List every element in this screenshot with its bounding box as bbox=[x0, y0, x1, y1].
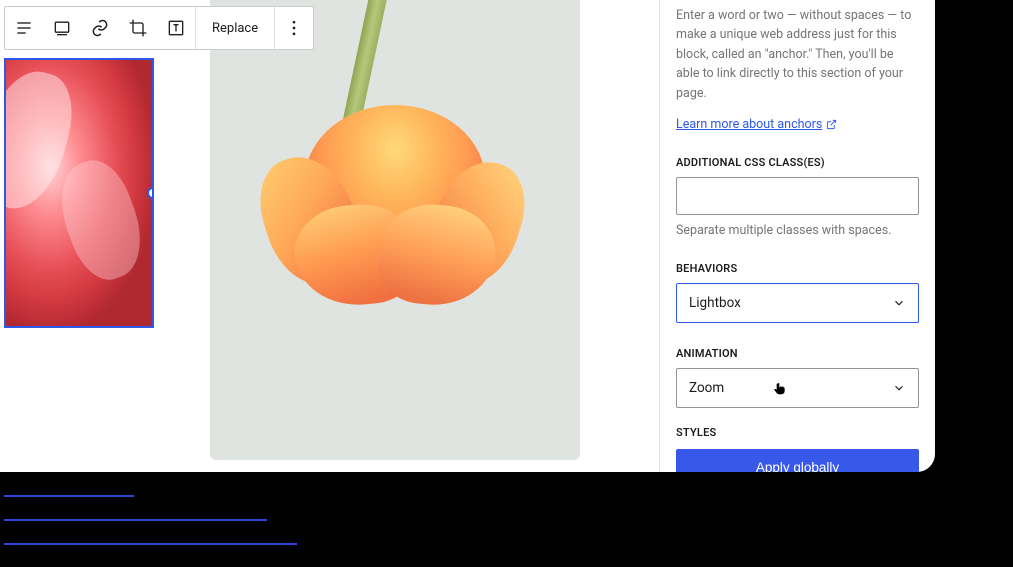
css-classes-label: ADDITIONAL CSS CLASS(ES) bbox=[676, 156, 919, 169]
more-options-button[interactable] bbox=[275, 7, 313, 49]
link-icon bbox=[90, 18, 110, 38]
caption-button[interactable] bbox=[43, 7, 81, 49]
anchor-help-text: Enter a word or two — without spaces — t… bbox=[676, 6, 919, 103]
footer-decoration bbox=[4, 495, 297, 567]
apply-globally-label: Apply globally bbox=[756, 460, 839, 472]
css-classes-input[interactable] bbox=[676, 177, 919, 215]
pink-flower-image bbox=[6, 60, 152, 326]
styles-label: STYLES bbox=[676, 426, 919, 439]
chevron-down-icon bbox=[892, 296, 906, 310]
external-link-icon bbox=[826, 119, 837, 130]
selected-image-block[interactable] bbox=[4, 58, 154, 328]
chevron-down-icon bbox=[892, 381, 906, 395]
replace-label: Replace bbox=[212, 21, 258, 36]
replace-button[interactable]: Replace bbox=[195, 7, 275, 49]
caption-icon bbox=[52, 18, 72, 38]
editor-canvas[interactable]: Replace bbox=[0, 0, 660, 472]
behaviors-label: BEHAVIORS bbox=[676, 262, 919, 275]
background-image-block[interactable] bbox=[210, 0, 580, 460]
more-vertical-icon bbox=[284, 18, 304, 38]
block-toolbar: Replace bbox=[4, 6, 314, 50]
behaviors-value: Lightbox bbox=[689, 295, 741, 311]
resize-handle-right[interactable] bbox=[147, 187, 154, 199]
tulip-image bbox=[210, 0, 580, 460]
align-icon bbox=[14, 18, 34, 38]
settings-sidebar: Enter a word or two — without spaces — t… bbox=[660, 0, 935, 472]
editor-window: Replace Enter a word bbox=[0, 0, 935, 472]
text-overlay-button[interactable] bbox=[157, 7, 195, 49]
learn-anchors-link[interactable]: Learn more about anchors bbox=[676, 117, 837, 132]
animation-label: ANIMATION bbox=[676, 347, 919, 360]
crop-icon bbox=[128, 18, 148, 38]
css-classes-help: Separate multiple classes with spaces. bbox=[676, 223, 919, 238]
link-button[interactable] bbox=[81, 7, 119, 49]
behaviors-select[interactable]: Lightbox bbox=[676, 283, 919, 323]
align-button[interactable] bbox=[5, 7, 43, 49]
learn-anchors-label: Learn more about anchors bbox=[676, 117, 822, 132]
cursor-pointer-icon bbox=[772, 380, 788, 398]
apply-globally-button[interactable]: Apply globally bbox=[676, 449, 919, 472]
crop-button[interactable] bbox=[119, 7, 157, 49]
animation-select[interactable]: Zoom bbox=[676, 368, 919, 408]
animation-value: Zoom bbox=[689, 380, 724, 396]
text-overlay-icon bbox=[166, 18, 186, 38]
